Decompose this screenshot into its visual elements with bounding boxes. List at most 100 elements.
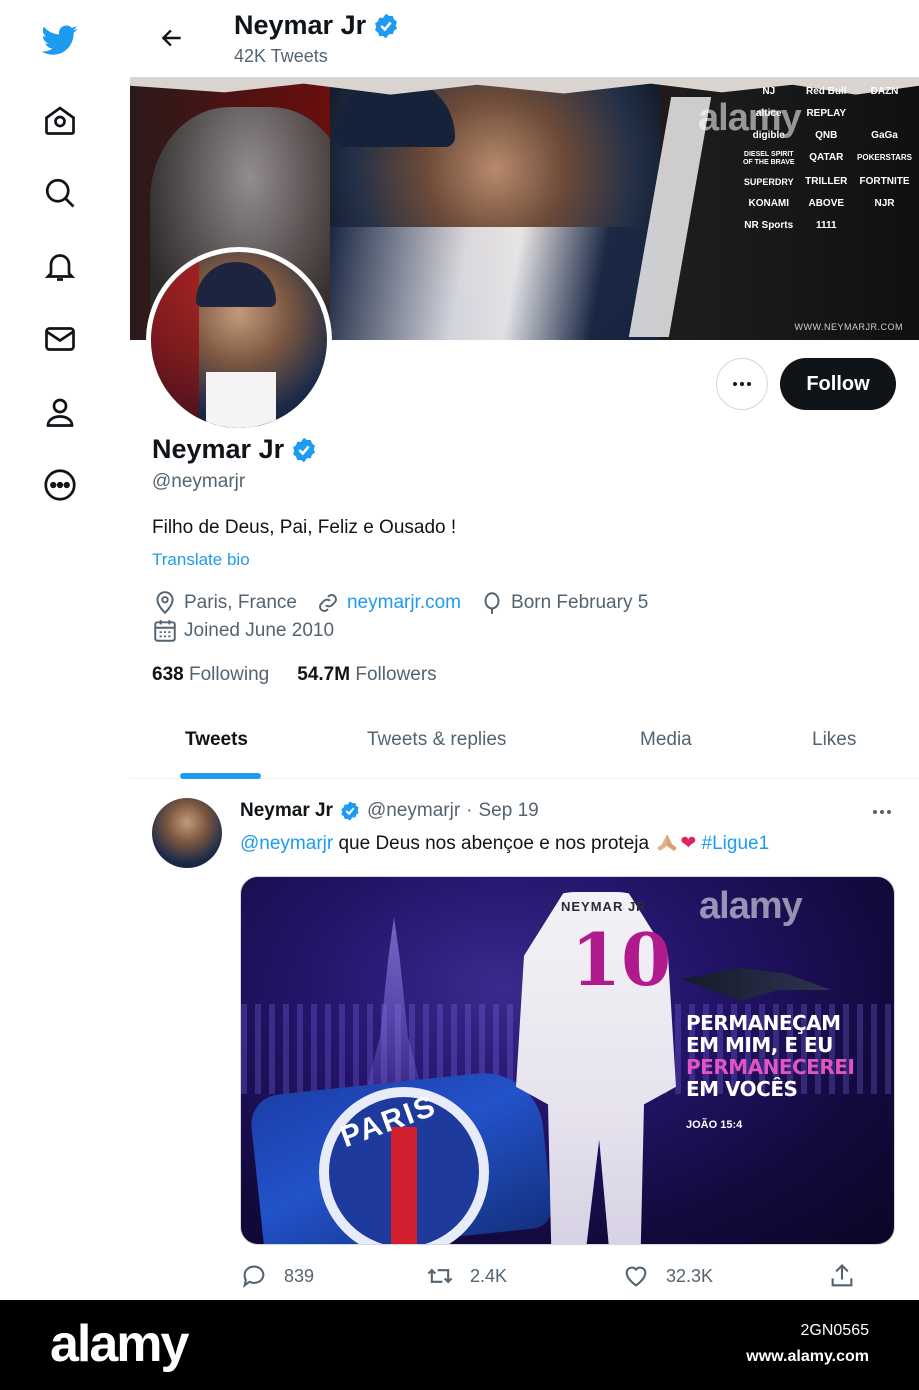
sponsor-logo: REPLAY bbox=[806, 108, 847, 119]
following-link[interactable]: 638 Following bbox=[152, 664, 269, 686]
link-icon bbox=[319, 594, 337, 612]
tweet-author-name[interactable]: Neymar Jr bbox=[240, 800, 333, 822]
alamy-logo: alamy bbox=[50, 1315, 189, 1373]
location-pin-icon bbox=[156, 591, 174, 615]
sponsor-logo: DAZN bbox=[870, 86, 899, 97]
media-jersey-number: 10 bbox=[571, 917, 672, 1002]
retweet-icon bbox=[427, 1268, 453, 1284]
watermark: alamy bbox=[699, 885, 803, 927]
sponsor-logo bbox=[857, 107, 912, 121]
media-quote-line: EM VOCÊS bbox=[686, 1077, 798, 1101]
follow-stats: 638 Following 54.7M Followers bbox=[152, 664, 437, 686]
sponsor-logo: SUPERDRY bbox=[743, 177, 794, 187]
sponsor-logo: ABOVE bbox=[808, 198, 845, 209]
profile-bio: Filho de Deus, Pai, Feliz e Ousado ! bbox=[152, 517, 457, 538]
tab-likes[interactable]: Likes bbox=[812, 729, 856, 751]
stock-footer: alamy 2GN0565 www.alamy.com bbox=[0, 1300, 919, 1390]
back-arrow-icon bbox=[161, 29, 181, 47]
followers-label: Followers bbox=[355, 664, 437, 685]
balloon-icon bbox=[484, 592, 500, 614]
media-quote-line: PERMANEÇAM bbox=[686, 1011, 841, 1035]
website-link[interactable]: neymarjr.com bbox=[347, 592, 461, 614]
verified-badge-icon bbox=[293, 437, 316, 462]
sponsor-logo: TRILLER bbox=[805, 176, 848, 187]
retweet-button[interactable]: 2.4K bbox=[426, 1262, 507, 1290]
tab-tweets-and-replies[interactable]: Tweets & replies bbox=[367, 729, 506, 751]
back-arrow-button[interactable] bbox=[154, 20, 190, 56]
birthday-text: Born February 5 bbox=[511, 592, 649, 613]
sponsor-logo: KONAMI bbox=[748, 198, 790, 209]
website-item[interactable]: neymarjr.com bbox=[315, 590, 461, 616]
search-icon[interactable] bbox=[36, 169, 84, 217]
profile-avatar[interactable] bbox=[146, 247, 332, 433]
header-title: Neymar Jr bbox=[234, 10, 400, 41]
profile-meta-row-joined: Joined June 2010 bbox=[152, 618, 352, 644]
header-name: Neymar Jr bbox=[234, 10, 367, 40]
twitter-logo-icon[interactable] bbox=[36, 16, 84, 64]
retweet-count: 2.4K bbox=[470, 1265, 508, 1286]
active-tab-indicator bbox=[180, 773, 261, 779]
share-icon bbox=[831, 1264, 853, 1287]
tweet-body: que Deus nos abençoe e nos proteja bbox=[338, 833, 650, 854]
home-icon[interactable] bbox=[36, 96, 84, 144]
tweet-avatar[interactable] bbox=[152, 798, 222, 868]
sponsor-logo: NR Sports bbox=[744, 220, 794, 231]
media-crest-stripe bbox=[391, 1127, 417, 1244]
translate-bio-link[interactable]: Translate bio bbox=[152, 550, 250, 570]
profile-meta-row: Paris, France neymarjr.com Born February… bbox=[152, 590, 666, 616]
media-quote: PERMANEÇAM EM MIM, E EU PERMANECEREI EM … bbox=[686, 1011, 855, 1101]
footer-url: www.alamy.com bbox=[746, 1348, 869, 1365]
profile-person-icon[interactable] bbox=[36, 388, 84, 436]
following-count: 638 bbox=[152, 664, 184, 685]
followers-count: 54.7M bbox=[297, 664, 351, 685]
ellipsis-icon bbox=[733, 382, 751, 386]
avatar-cap bbox=[196, 262, 276, 307]
heart-icon bbox=[625, 1266, 647, 1287]
banner-jacket bbox=[330, 227, 660, 340]
ellipsis-icon bbox=[873, 810, 891, 814]
followers-link[interactable]: 54.7M Followers bbox=[297, 664, 436, 686]
media-verse: JOÃO 15:4 bbox=[686, 1119, 743, 1131]
banner-website-text: WWW.NEYMARJR.COM bbox=[794, 322, 903, 332]
profile-more-button[interactable] bbox=[716, 358, 768, 410]
tweet-mention-link[interactable]: @neymarjr bbox=[240, 833, 333, 854]
tweet-header: Neymar Jr @neymarjr · Sep 19 bbox=[240, 800, 539, 822]
tweet-more-button[interactable] bbox=[866, 800, 898, 824]
profile-header: Neymar Jr 42K Tweets bbox=[130, 0, 919, 76]
tweet-hashtag-link[interactable]: #Ligue1 bbox=[702, 833, 770, 854]
more-options-icon[interactable] bbox=[36, 461, 84, 509]
avatar-red-backdrop bbox=[151, 252, 199, 428]
like-button[interactable]: 32.3K bbox=[622, 1262, 713, 1290]
messages-envelope-icon[interactable] bbox=[36, 315, 84, 363]
sponsor-logo: QATAR bbox=[809, 152, 844, 163]
birthday-item: Born February 5 bbox=[479, 590, 648, 616]
location-text: Paris, France bbox=[184, 592, 297, 613]
profile-name: Neymar Jr bbox=[152, 434, 318, 465]
sponsor-logo: DIESEL SPIRIT OF THE BRAVE bbox=[742, 151, 795, 166]
tweet-date[interactable]: Sep 19 bbox=[478, 800, 538, 822]
profile-handle: @neymarjr bbox=[152, 471, 246, 492]
media-jersey-name: NEYMAR JR bbox=[561, 899, 647, 914]
tab-tweets[interactable]: Tweets bbox=[185, 729, 248, 751]
share-button[interactable] bbox=[828, 1262, 856, 1290]
praying-hands-icon bbox=[657, 834, 678, 851]
media-quote-line: EM MIM, E EU bbox=[686, 1033, 833, 1057]
calendar-icon bbox=[154, 620, 176, 642]
avatar-shirt bbox=[206, 372, 276, 428]
sponsor-logo: Red Bull bbox=[805, 86, 847, 97]
following-label: Following bbox=[188, 664, 270, 685]
profile-name-text: Neymar Jr bbox=[152, 434, 285, 464]
notifications-bell-icon[interactable] bbox=[36, 242, 84, 290]
reply-button[interactable]: 839 bbox=[240, 1262, 314, 1290]
follow-button[interactable]: Follow bbox=[780, 358, 896, 410]
tweet-media-image[interactable]: PARIS NEYMAR JR 10 PERMANEÇAM EM MIM, E … bbox=[240, 876, 895, 1245]
sponsor-logo: QNB bbox=[815, 130, 838, 141]
tab-media[interactable]: Media bbox=[640, 729, 692, 751]
tweet-actions: 839 2.4K 32.3K bbox=[240, 1262, 860, 1296]
media-quote-line-highlight: PERMANECEREI bbox=[686, 1055, 855, 1079]
tweet-separator: · bbox=[466, 800, 473, 821]
sponsor-logo bbox=[857, 219, 912, 233]
image-code: 2GN0565 bbox=[800, 1322, 870, 1339]
sponsor-logo: POKERSTARS bbox=[857, 153, 912, 162]
tweet-author-handle[interactable]: @neymarjr bbox=[367, 800, 460, 822]
